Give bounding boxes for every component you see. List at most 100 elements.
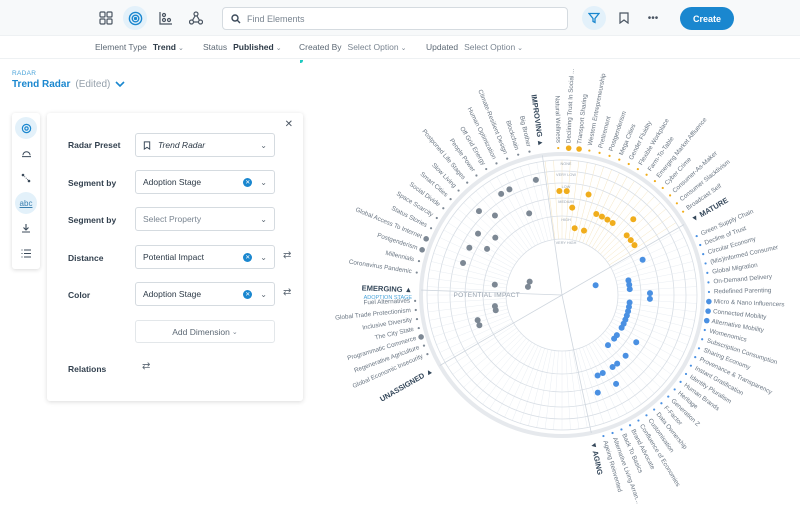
bookmark-icon[interactable]: [612, 6, 636, 30]
filter-created-by[interactable]: Created By Select Option ⌄: [299, 42, 406, 52]
level-label: VERY HIGH: [556, 241, 577, 245]
page-kicker: RADAR: [12, 70, 37, 77]
chevron-down-icon: ⌄: [231, 328, 238, 336]
trend-dot: [491, 281, 498, 288]
grid-spoke: [520, 166, 545, 242]
label-marker: [705, 308, 711, 314]
color-select[interactable]: Adoption Stage ✕ ⌄: [135, 282, 275, 306]
filter-value: Trend: [152, 42, 176, 52]
radar-preset-select[interactable]: Trend Radar ⌄: [135, 133, 275, 157]
clear-icon[interactable]: ✕: [243, 177, 253, 187]
trend-dot: [639, 256, 646, 263]
grid-spoke: [520, 348, 545, 424]
trend-dot: [498, 190, 505, 197]
label-marker: [485, 167, 488, 171]
page-title: Trend Radar: [12, 79, 71, 90]
segment-tool-icon[interactable]: [15, 142, 37, 164]
label-marker: [414, 299, 417, 302]
label-marker: [588, 149, 591, 152]
labels-tool-icon[interactable]: abc: [15, 192, 37, 214]
label-marker: [673, 388, 676, 391]
trend-dot: [604, 216, 611, 223]
grid-spoke: [433, 253, 509, 278]
filter-label: Status: [203, 42, 228, 52]
add-dimension-button[interactable]: Add Dimension ⌄: [135, 320, 275, 343]
segment-by-2-select[interactable]: Select Property ⌄: [135, 207, 275, 231]
trend-dot: [585, 191, 592, 198]
trend-dot: [611, 335, 618, 342]
more-icon[interactable]: •••: [641, 6, 665, 30]
grid-spoke: [528, 349, 549, 426]
label-marker: [637, 419, 640, 422]
trend-dot: [569, 204, 576, 211]
download-icon[interactable]: [15, 217, 37, 239]
grid-spoke: [447, 324, 515, 368]
chart-view-icon[interactable]: [154, 6, 178, 30]
list-icon[interactable]: [15, 242, 37, 264]
label-marker: [495, 162, 498, 165]
segment-by-2-label: Segment by: [68, 215, 117, 225]
radar-preset-value: Trend Radar: [158, 140, 206, 150]
label-marker: [645, 414, 648, 417]
segment-by-2-placeholder: Select Property: [143, 214, 202, 224]
label-marker: [557, 146, 560, 150]
adjust-icon[interactable]: ⇄: [283, 287, 291, 298]
clear-icon[interactable]: ✕: [243, 289, 253, 299]
create-button[interactable]: Create: [680, 7, 734, 30]
chevron-down-icon: ⌄: [260, 177, 267, 187]
label-marker: [618, 158, 621, 161]
radar-title-selector[interactable]: Trend Radar (Edited): [12, 79, 125, 90]
grid-spoke: [585, 172, 620, 245]
settings-tool-icon[interactable]: [15, 117, 37, 139]
label-marker: [602, 434, 605, 438]
grid-spoke: [427, 298, 507, 304]
distance-select[interactable]: Potential Impact ✕ ⌄: [135, 245, 275, 269]
level-label: MEDIUM: [558, 200, 573, 204]
bookmark-icon: [143, 140, 151, 150]
grid-spoke: [582, 169, 612, 244]
network-view-icon[interactable]: [184, 6, 208, 30]
filter-element-type[interactable]: Element Type Trend ⌄: [95, 42, 184, 52]
trend-dot: [491, 212, 498, 219]
label-marker: [679, 380, 682, 383]
trend-label: Coronavirus Pandemic: [348, 259, 412, 276]
label-marker: [667, 395, 670, 398]
label-marker: [466, 181, 469, 184]
grid-spoke: [512, 346, 542, 421]
label-marker: [528, 150, 531, 153]
filter-updated[interactable]: Updated Select Option ⌄: [426, 42, 523, 52]
label-marker: [645, 173, 648, 176]
segment-by-select[interactable]: Adoption Stage ✕ ⌄: [135, 170, 275, 194]
clear-icon[interactable]: ✕: [243, 252, 253, 262]
edited-badge: (Edited): [75, 79, 111, 90]
label-marker: [703, 317, 710, 324]
filter-icon[interactable]: [582, 6, 606, 30]
relations-tool-icon[interactable]: [15, 167, 37, 189]
search-box[interactable]: [222, 7, 568, 30]
label-marker: [611, 431, 614, 435]
trend-dot: [506, 186, 513, 193]
label-marker: [598, 151, 601, 154]
trend-dot: [618, 324, 625, 331]
adjust-icon[interactable]: ⇄: [283, 250, 291, 261]
label-marker: [620, 428, 623, 431]
label-marker: [627, 162, 630, 166]
axis-label: POTENTIAL IMPACT: [453, 292, 520, 299]
close-icon[interactable]: ✕: [285, 119, 293, 130]
label-marker: [689, 364, 692, 367]
grid-spoke: [613, 245, 688, 275]
label-marker: [660, 402, 663, 405]
color-label: Color: [68, 290, 91, 300]
radar-view-icon[interactable]: [123, 6, 147, 30]
grid-spoke: [553, 350, 559, 430]
trend-dot: [491, 303, 498, 310]
label-marker: [694, 356, 697, 359]
relations-adjust-icon[interactable]: ⇄: [142, 361, 150, 372]
grid-view-icon[interactable]: [94, 6, 118, 30]
grid-spoke: [588, 343, 628, 414]
filter-status[interactable]: Status Published ⌄: [203, 42, 282, 52]
label-marker: [681, 210, 685, 213]
trend-label: Big Brother: [518, 115, 532, 147]
label-marker: [706, 298, 712, 305]
search-input[interactable]: [247, 13, 547, 24]
